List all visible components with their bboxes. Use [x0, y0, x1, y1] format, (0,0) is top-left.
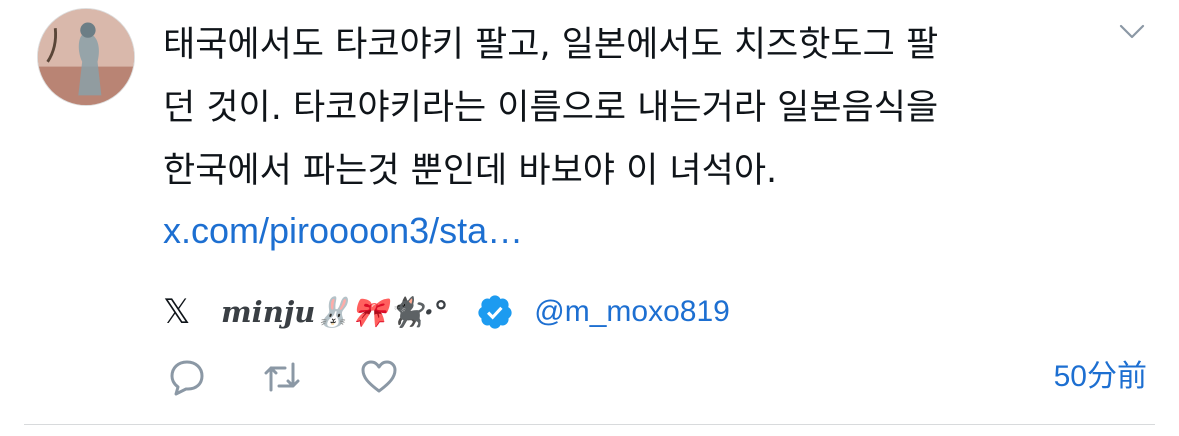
chevron-down-icon[interactable] — [1118, 20, 1146, 42]
author-handle[interactable]: @m_moxo819 — [534, 295, 730, 329]
x-logo-icon: 𝕏 — [163, 292, 191, 332]
avatar[interactable] — [37, 8, 135, 106]
speech-bubble-icon — [170, 360, 204, 396]
heart-icon — [361, 360, 397, 393]
like-button[interactable] — [359, 357, 399, 397]
tweet-actions: 50分前 — [167, 357, 1147, 397]
divider — [24, 424, 1155, 425]
tweet-timestamp[interactable]: 50分前 — [1054, 357, 1147, 397]
retweet-icon — [264, 362, 300, 392]
quoted-author-row[interactable]: 𝕏 minju🐰🎀🐈‍⬛·° @m_moxo819 — [163, 286, 730, 338]
retweet-button[interactable] — [262, 357, 302, 397]
verified-badge-icon — [478, 295, 512, 329]
tweet-link[interactable]: x.com/piroooon3/sta… — [163, 203, 523, 259]
reply-button[interactable] — [167, 357, 207, 397]
avatar-image — [38, 9, 134, 105]
tweet-text: 태국에서도 타코야키 팔고, 일본에서도 치즈핫도그 팔 던 것이. 타코야키라… — [163, 25, 939, 191]
author-display-name[interactable]: minju🐰🎀🐈‍⬛·° — [221, 295, 448, 330]
